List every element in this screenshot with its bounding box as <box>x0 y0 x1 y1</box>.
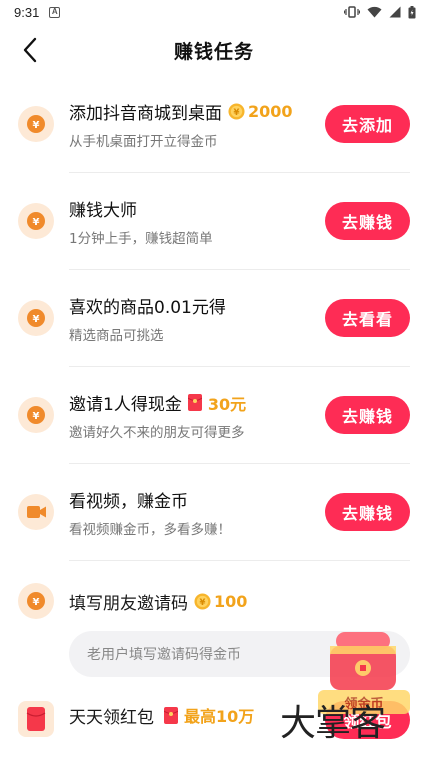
coin-icon: ¥ <box>18 396 54 433</box>
coin-icon: ¥ <box>18 299 54 336</box>
wifi-icon <box>367 6 382 18</box>
status-time: 9:31 <box>14 4 40 20</box>
coin-icon: ¥ <box>18 105 54 142</box>
svg-text:¥: ¥ <box>33 120 40 131</box>
reward-amount: 最高10万 <box>184 707 255 726</box>
small-coin-icon: ¥ <box>194 592 211 610</box>
task-title: 看视频，赚金币 <box>69 492 188 512</box>
cash-reward: 30元 <box>187 391 247 415</box>
reward-amount: 2000 <box>248 102 293 121</box>
signal-icon <box>389 6 401 18</box>
status-bar: 9:31 A <box>0 0 428 24</box>
watermark-text: 大掌客 <box>280 703 386 744</box>
reward-amount: 30元 <box>207 394 247 414</box>
task-item-invite-friend: ¥ 邀请1人得现金 30元 邀请好久不来的朋友可得更多 去赚钱 <box>18 367 410 464</box>
nav-bar: 赚钱任务 <box>0 24 428 76</box>
status-icons <box>344 5 416 19</box>
coin-icon: ¥ <box>18 202 54 239</box>
task-item-earn-master: ¥ 赚钱大师 1分钟上手，赚钱超简单 去赚钱 <box>18 173 410 270</box>
task-title: 赚钱大师 <box>69 201 137 221</box>
svg-text:¥: ¥ <box>200 597 206 607</box>
task-title: 天天领红包 <box>69 707 154 728</box>
coin-icon: ¥ <box>18 583 54 619</box>
coin-reward: ¥ 100 <box>194 592 247 611</box>
red-envelope-small-icon <box>164 706 178 724</box>
vibrate-icon <box>344 6 360 18</box>
max-reward: 最高10万 <box>164 703 254 727</box>
invite-code-placeholder: 老用户填写邀请码得金币 <box>87 647 241 663</box>
earn-money-button[interactable]: 去赚钱 <box>325 202 410 240</box>
notification-badge: A <box>49 6 61 18</box>
task-title: 喜欢的商品0.01元得 <box>69 298 226 318</box>
red-envelope-icon <box>18 701 54 737</box>
invite-earn-button[interactable]: 去赚钱 <box>325 396 410 434</box>
task-item-add-to-desktop: ¥ 添加抖音商城到桌面 ¥ 2000 从手机桌面打开立得金币 去添加 <box>18 76 410 173</box>
task-title: 填写朋友邀请码 <box>69 593 188 614</box>
task-item-cheap-goods: ¥ 喜欢的商品0.01元得 精选商品可挑选 去看看 <box>18 270 410 367</box>
reward-amount: 100 <box>214 591 248 611</box>
go-look-button[interactable]: 去看看 <box>325 299 410 337</box>
back-button[interactable] <box>16 36 44 64</box>
svg-text:¥: ¥ <box>234 108 240 118</box>
small-coin-icon: ¥ <box>228 103 245 120</box>
watch-video-button[interactable]: 去赚钱 <box>325 493 410 531</box>
svg-text:¥: ¥ <box>33 597 40 608</box>
red-envelope-icon <box>187 394 202 411</box>
task-item-watch-video: 看视频，赚金币 看视频赚金币，多看多赚！ 去赚钱 <box>18 464 410 561</box>
task-title: 邀请1人得现金 <box>69 395 182 415</box>
video-camera-icon <box>18 493 54 530</box>
svg-text:¥: ¥ <box>33 217 40 228</box>
coin-reward: ¥ 2000 <box>228 102 293 121</box>
page-title: 赚钱任务 <box>173 40 254 63</box>
treasure-chest-icon <box>330 632 396 690</box>
add-to-desktop-button[interactable]: 去添加 <box>325 105 410 143</box>
battery-icon <box>408 5 416 18</box>
back-arrow-icon <box>23 37 37 63</box>
svg-text:¥: ¥ <box>33 411 40 422</box>
task-title: 添加抖音商城到桌面 <box>69 104 222 124</box>
svg-text:¥: ¥ <box>33 314 40 325</box>
